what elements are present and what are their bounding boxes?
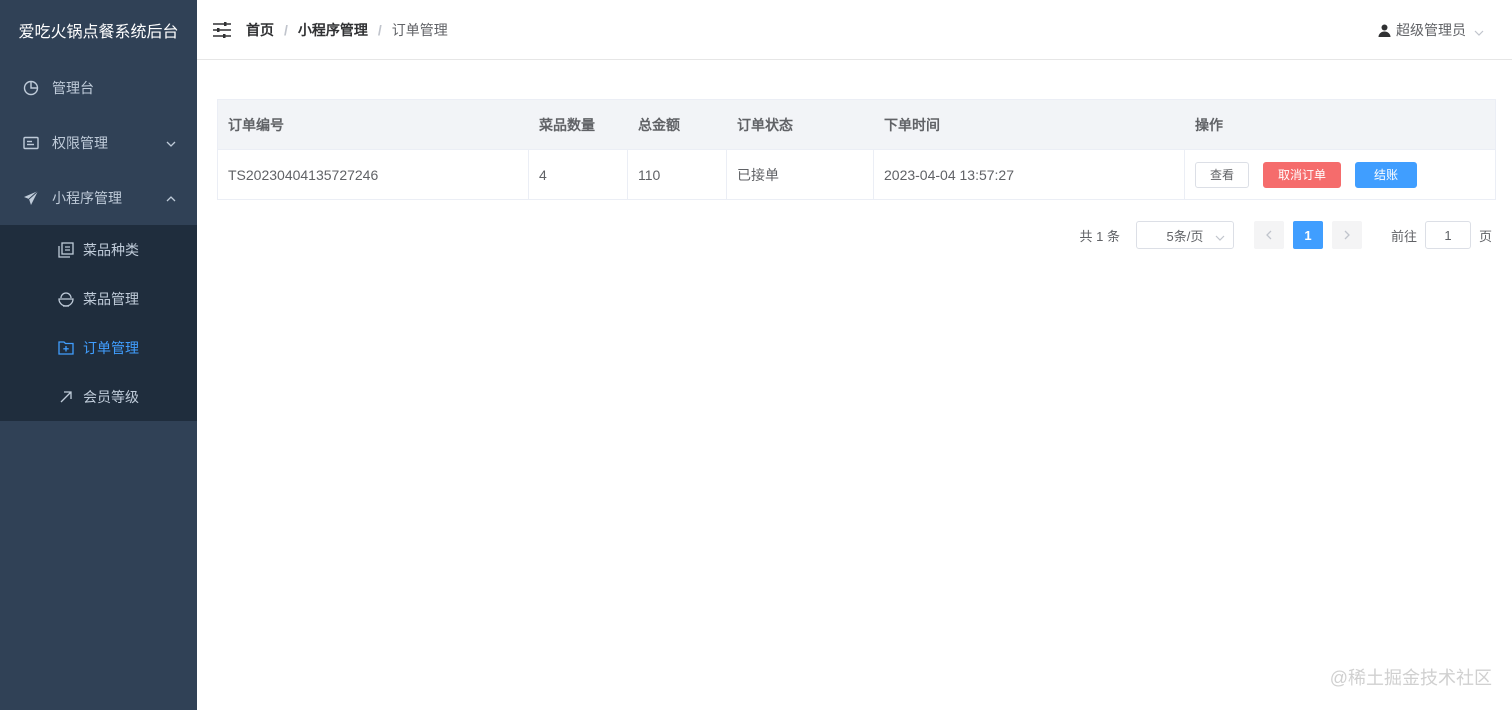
sidebar-item-dish-management[interactable]: 菜品管理 <box>0 274 197 323</box>
column-header: 菜品数量 <box>539 116 595 133</box>
page-size-select[interactable]: 5条/页 <box>1135 221 1234 249</box>
time-cell: 2023-04-04 13:57:27 <box>874 150 1185 199</box>
chevron-down-icon <box>1215 231 1225 241</box>
goto-page-input[interactable] <box>1424 221 1471 249</box>
breadcrumb-separator: / <box>284 21 288 38</box>
sidebar-item-label: 权限管理 <box>52 134 108 151</box>
submenu-miniprogram: 菜品种类 菜品管理 订单管理 会员等级 <box>0 225 197 421</box>
chevron-down-icon <box>1474 25 1484 36</box>
user-icon <box>1378 24 1391 37</box>
sidebar-item-permissions[interactable]: 权限管理 <box>0 115 197 170</box>
arrow-up-right-icon <box>58 389 74 405</box>
sidebar-item-order-management[interactable]: 订单管理 <box>0 323 197 372</box>
brand-title: 爱吃火锅点餐系统后台 <box>18 24 179 41</box>
prev-page-button[interactable] <box>1253 221 1284 249</box>
cancel-order-button[interactable]: 取消订单 <box>1263 161 1342 188</box>
sidebar-item-miniprogram[interactable]: 小程序管理 <box>0 170 197 225</box>
sidebar-item-label: 菜品种类 <box>83 241 139 258</box>
user-name: 超级管理员 <box>1396 22 1466 38</box>
sidebar-item-label: 小程序管理 <box>52 189 122 206</box>
sidebar-item-member-level[interactable]: 会员等级 <box>0 372 197 421</box>
column-header: 订单编号 <box>228 116 284 133</box>
page-number-button[interactable]: 1 <box>1292 221 1323 249</box>
breadcrumb-miniprogram[interactable]: 小程序管理 <box>298 20 368 40</box>
checkout-button[interactable]: 结账 <box>1355 161 1418 188</box>
status-cell: 已接单 <box>727 150 874 199</box>
user-dropdown[interactable]: 超级管理员 <box>1378 0 1484 60</box>
view-button[interactable]: 查看 <box>1195 161 1250 188</box>
sidebar-item-label: 管理台 <box>52 79 94 96</box>
sidebar-item-label: 订单管理 <box>83 339 139 356</box>
pagination: 共 1 条 5条/页 1 前往 页 <box>1079 221 1492 249</box>
sidebar: 爱吃火锅点餐系统后台 管理台 权限管理 小程序管理 菜品种类 菜品管理 订单管理… <box>0 0 197 710</box>
paper-plane-icon <box>22 189 40 207</box>
chevron-right-icon <box>1344 230 1350 240</box>
table-header: 订单编号 菜品数量 总金额 订单状态 下单时间 操作 <box>218 100 1495 149</box>
orders-table: 订单编号 菜品数量 总金额 订单状态 下单时间 操作 TS20230404135… <box>217 99 1496 200</box>
column-header: 总金额 <box>638 116 680 133</box>
pie-chart-icon <box>22 79 40 97</box>
actions-cell: 查看 取消订单 结账 <box>1185 150 1495 199</box>
goto-label: 前往 <box>1390 228 1417 244</box>
id-card-icon <box>22 134 40 152</box>
watermark: @稀土掘金技术社区 <box>1329 668 1492 688</box>
sidebar-item-dish-category[interactable]: 菜品种类 <box>0 225 197 274</box>
breadcrumb: 首页 / 小程序管理 / 订单管理 <box>246 20 448 40</box>
pagination-total: 共 1 条 <box>1079 228 1120 244</box>
column-header: 下单时间 <box>884 116 940 133</box>
sidebar-item-label: 菜品管理 <box>83 290 139 307</box>
chevron-left-icon <box>1266 230 1272 240</box>
chevron-up-icon <box>165 192 177 204</box>
chevron-down-icon <box>165 137 177 149</box>
next-page-button[interactable] <box>1331 221 1362 249</box>
folder-add-icon <box>58 340 74 356</box>
goto-page: 前往 页 <box>1391 221 1492 249</box>
column-header: 操作 <box>1195 116 1223 133</box>
goto-suffix: 页 <box>1478 228 1492 244</box>
page-size-value: 5条/页 <box>1166 228 1204 244</box>
top-header: 首页 / 小程序管理 / 订单管理 超级管理员 <box>197 0 1512 60</box>
table-row: TS20230404135727246 4 110 已接单 2023-04-04… <box>218 149 1495 199</box>
breadcrumb-home[interactable]: 首页 <box>246 20 274 40</box>
sliders-icon[interactable] <box>212 20 232 40</box>
copy-icon <box>58 241 74 258</box>
order-no-cell: TS20230404135727246 <box>218 150 529 199</box>
sidebar-item-dashboard[interactable]: 管理台 <box>0 60 197 115</box>
qty-cell: 4 <box>529 150 628 199</box>
column-header: 订单状态 <box>737 116 793 133</box>
breadcrumb-separator: / <box>377 21 382 38</box>
bowl-icon <box>58 291 74 307</box>
total-cell: 110 <box>628 150 727 199</box>
sidebar-item-label: 会员等级 <box>83 388 139 405</box>
breadcrumb-current: 订单管理 <box>391 21 448 38</box>
